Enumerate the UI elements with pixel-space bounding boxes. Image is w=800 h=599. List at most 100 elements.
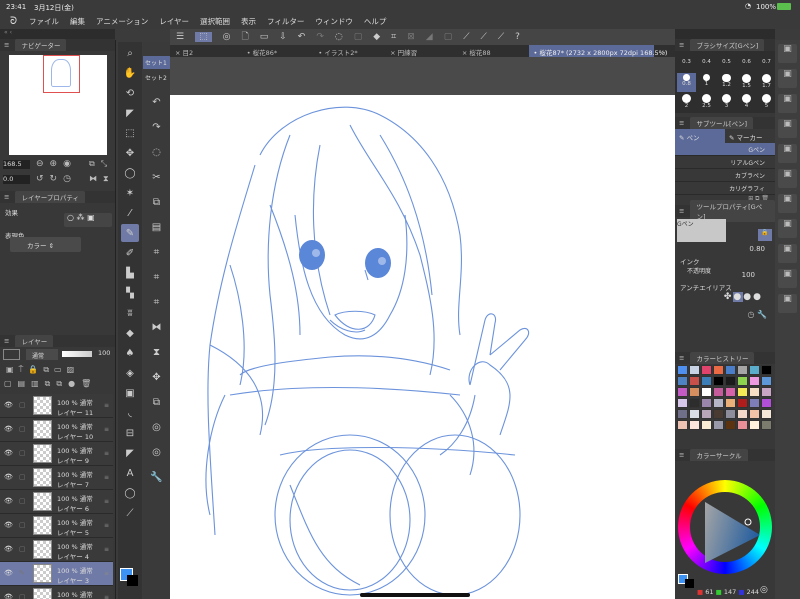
mask-icon[interactable]: ◢ <box>426 32 433 42</box>
select-layer-icon[interactable]: ⧉ <box>148 393 166 411</box>
magic-wand-tool-icon[interactable]: ✶ <box>121 184 139 202</box>
checkbox[interactable]: ▢ <box>19 401 26 409</box>
drag-handle-icon[interactable]: ≡ <box>104 498 109 505</box>
checkbox[interactable]: ▢ <box>19 449 26 457</box>
pen-tool-icon[interactable]: ✎ <box>121 224 139 242</box>
color-swatch[interactable] <box>677 398 688 408</box>
drag-handle-icon[interactable]: ≡ <box>104 594 109 599</box>
color-swatch[interactable] <box>701 387 712 397</box>
save-icon[interactable]: ⇩ <box>279 32 287 42</box>
shrink-icon[interactable]: ◎ <box>148 443 166 461</box>
app-logo-icon[interactable]: ᘐ <box>10 16 17 27</box>
color-swatch[interactable] <box>761 398 772 408</box>
lock-icon[interactable]: 🔒 <box>758 229 772 241</box>
tab-close-icon[interactable]: × <box>462 49 467 57</box>
color-swatch[interactable] <box>713 376 724 386</box>
eye-icon[interactable]: 👁 <box>4 545 13 553</box>
set2-tab[interactable]: セット2 <box>143 69 170 86</box>
flip-v-icon[interactable]: ⧗ <box>148 343 166 361</box>
layers-tab[interactable]: レイヤー <box>15 335 54 347</box>
brush-size-option[interactable]: 2 <box>677 93 696 112</box>
curve-tool-icon[interactable]: ◟ <box>121 404 139 422</box>
collapse-bar[interactable]: « ‹ <box>0 29 115 39</box>
brush-size-option[interactable]: 3 <box>717 93 736 112</box>
tool-property-actions[interactable]: ◷ 🔧 <box>675 310 775 319</box>
move-tool-icon[interactable]: ✥ <box>121 144 139 162</box>
drag-handle-icon[interactable]: ≡ <box>104 546 109 553</box>
color-swatch[interactable] <box>737 420 748 430</box>
material-2-icon[interactable]: ▣ <box>778 244 797 263</box>
checkbox[interactable]: ▢ <box>19 593 26 599</box>
color-swatch[interactable] <box>725 365 736 375</box>
blend-tool-icon[interactable]: ʬ <box>121 304 139 322</box>
menu-file[interactable]: ファイル <box>29 16 59 27</box>
color-swatch[interactable] <box>713 387 724 397</box>
layer-color-button[interactable] <box>3 349 20 360</box>
color-swatch[interactable] <box>701 376 712 386</box>
color-swatch[interactable] <box>677 387 688 397</box>
eye-icon[interactable]: 👁 <box>4 425 13 433</box>
color-swatch[interactable] <box>677 376 688 386</box>
brush-size-option[interactable]: 0.7 <box>757 53 775 72</box>
frame-tool-icon[interactable]: ⊟ <box>121 424 139 442</box>
color-swatch[interactable] <box>737 398 748 408</box>
color-swatch[interactable] <box>761 420 772 430</box>
brush-size-tab[interactable]: ブラシサイズ[Gペン] <box>690 39 765 51</box>
drag-handle-icon[interactable]: ≡ <box>104 522 109 529</box>
color-swatch[interactable] <box>737 387 748 397</box>
expand-icon[interactable]: ◎ <box>148 418 166 436</box>
layer-row[interactable]: 👁 ▢ 100 % 通常 レイヤー 10 ≡ <box>0 418 113 442</box>
brush-settings-2-icon[interactable]: ▣ <box>778 94 797 113</box>
drag-handle-icon[interactable]: ≡ <box>104 474 109 481</box>
eye-icon[interactable]: 👁 <box>4 473 13 481</box>
blend-mode-select[interactable]: 通常 <box>26 349 58 360</box>
brush-size-option[interactable]: 2.5 <box>697 93 716 112</box>
color-swatch[interactable] <box>725 376 736 386</box>
airbrush-tool-icon[interactable]: ▙ <box>121 264 139 282</box>
document-tab[interactable]: • イラスト2* <box>313 45 385 57</box>
color-swatch[interactable] <box>713 420 724 430</box>
drag-handle-icon[interactable]: ≡ <box>104 426 109 433</box>
subtool-item[interactable]: Gペン <box>675 143 775 156</box>
menu-selection[interactable]: 選択範囲 <box>200 16 230 27</box>
tab-close-icon[interactable]: × <box>390 49 395 57</box>
operation-tool-icon[interactable]: ◤ <box>121 104 139 122</box>
menu-view[interactable]: 表示 <box>241 16 256 27</box>
layer-actions[interactable]: ▣⍑🔒⧉▭▨ <box>6 365 79 375</box>
effect-buttons[interactable]: ○ ⁂ ▣ <box>64 213 112 227</box>
material-3-icon[interactable]: ▣ <box>778 269 797 288</box>
color-swatch[interactable] <box>701 420 712 430</box>
mesh-icon[interactable]: ⌗ <box>148 293 166 311</box>
menu-layer[interactable]: レイヤー <box>159 16 189 27</box>
drag-handle-icon[interactable]: ≡ <box>104 570 109 577</box>
ruler-icon[interactable]: ⟋ <box>463 32 469 42</box>
checkbox[interactable]: ▢ <box>19 545 26 553</box>
canvas-area[interactable] <box>170 57 675 599</box>
navigator-preview[interactable] <box>9 55 107 155</box>
subtool-item[interactable]: リアルGペン <box>675 156 775 169</box>
color-swatch[interactable] <box>713 365 724 375</box>
color-swatch[interactable] <box>749 365 760 375</box>
hand-tool-icon[interactable]: ✋ <box>121 64 139 82</box>
tab-close-icon[interactable]: • <box>318 49 322 57</box>
brush-size-option[interactable]: 1 <box>697 73 716 92</box>
eye-icon[interactable]: 👁 <box>4 449 13 457</box>
zoom-controls[interactable]: ⊖⊕◉ <box>36 159 77 169</box>
subtool-item[interactable]: カブラペン <box>675 169 775 182</box>
menu-edit[interactable]: 編集 <box>70 16 85 27</box>
color-swatch[interactable] <box>689 409 700 419</box>
brush-size-option[interactable]: 1.7 <box>757 73 775 92</box>
fill-icon[interactable]: ◆ <box>373 32 380 42</box>
tab-close-icon[interactable]: • <box>534 49 538 57</box>
layer-row[interactable]: 👁 ▢ 100 % 通常 レイヤー 11 ≡ <box>0 394 113 418</box>
canvas[interactable] <box>170 95 675 599</box>
layer-row[interactable]: 👁 ▢ 100 % 通常 レイヤー 4 ≡ <box>0 538 113 562</box>
ruler-tool-icon[interactable]: ◤ <box>121 444 139 462</box>
color-swatch[interactable] <box>749 376 760 386</box>
subtool-tab[interactable]: サブツール[ペン] <box>690 117 754 129</box>
expression-color-select[interactable]: カラー ⇕ <box>10 237 81 252</box>
color-circle-tab[interactable]: カラーサークル <box>690 449 748 461</box>
brush-size-option[interactable]: 1.5 <box>737 73 756 92</box>
document-tab[interactable]: × 桜花88 <box>457 45 529 57</box>
layer-row[interactable]: 👁 ▢ 100 % 通常 ≡ <box>0 586 113 599</box>
